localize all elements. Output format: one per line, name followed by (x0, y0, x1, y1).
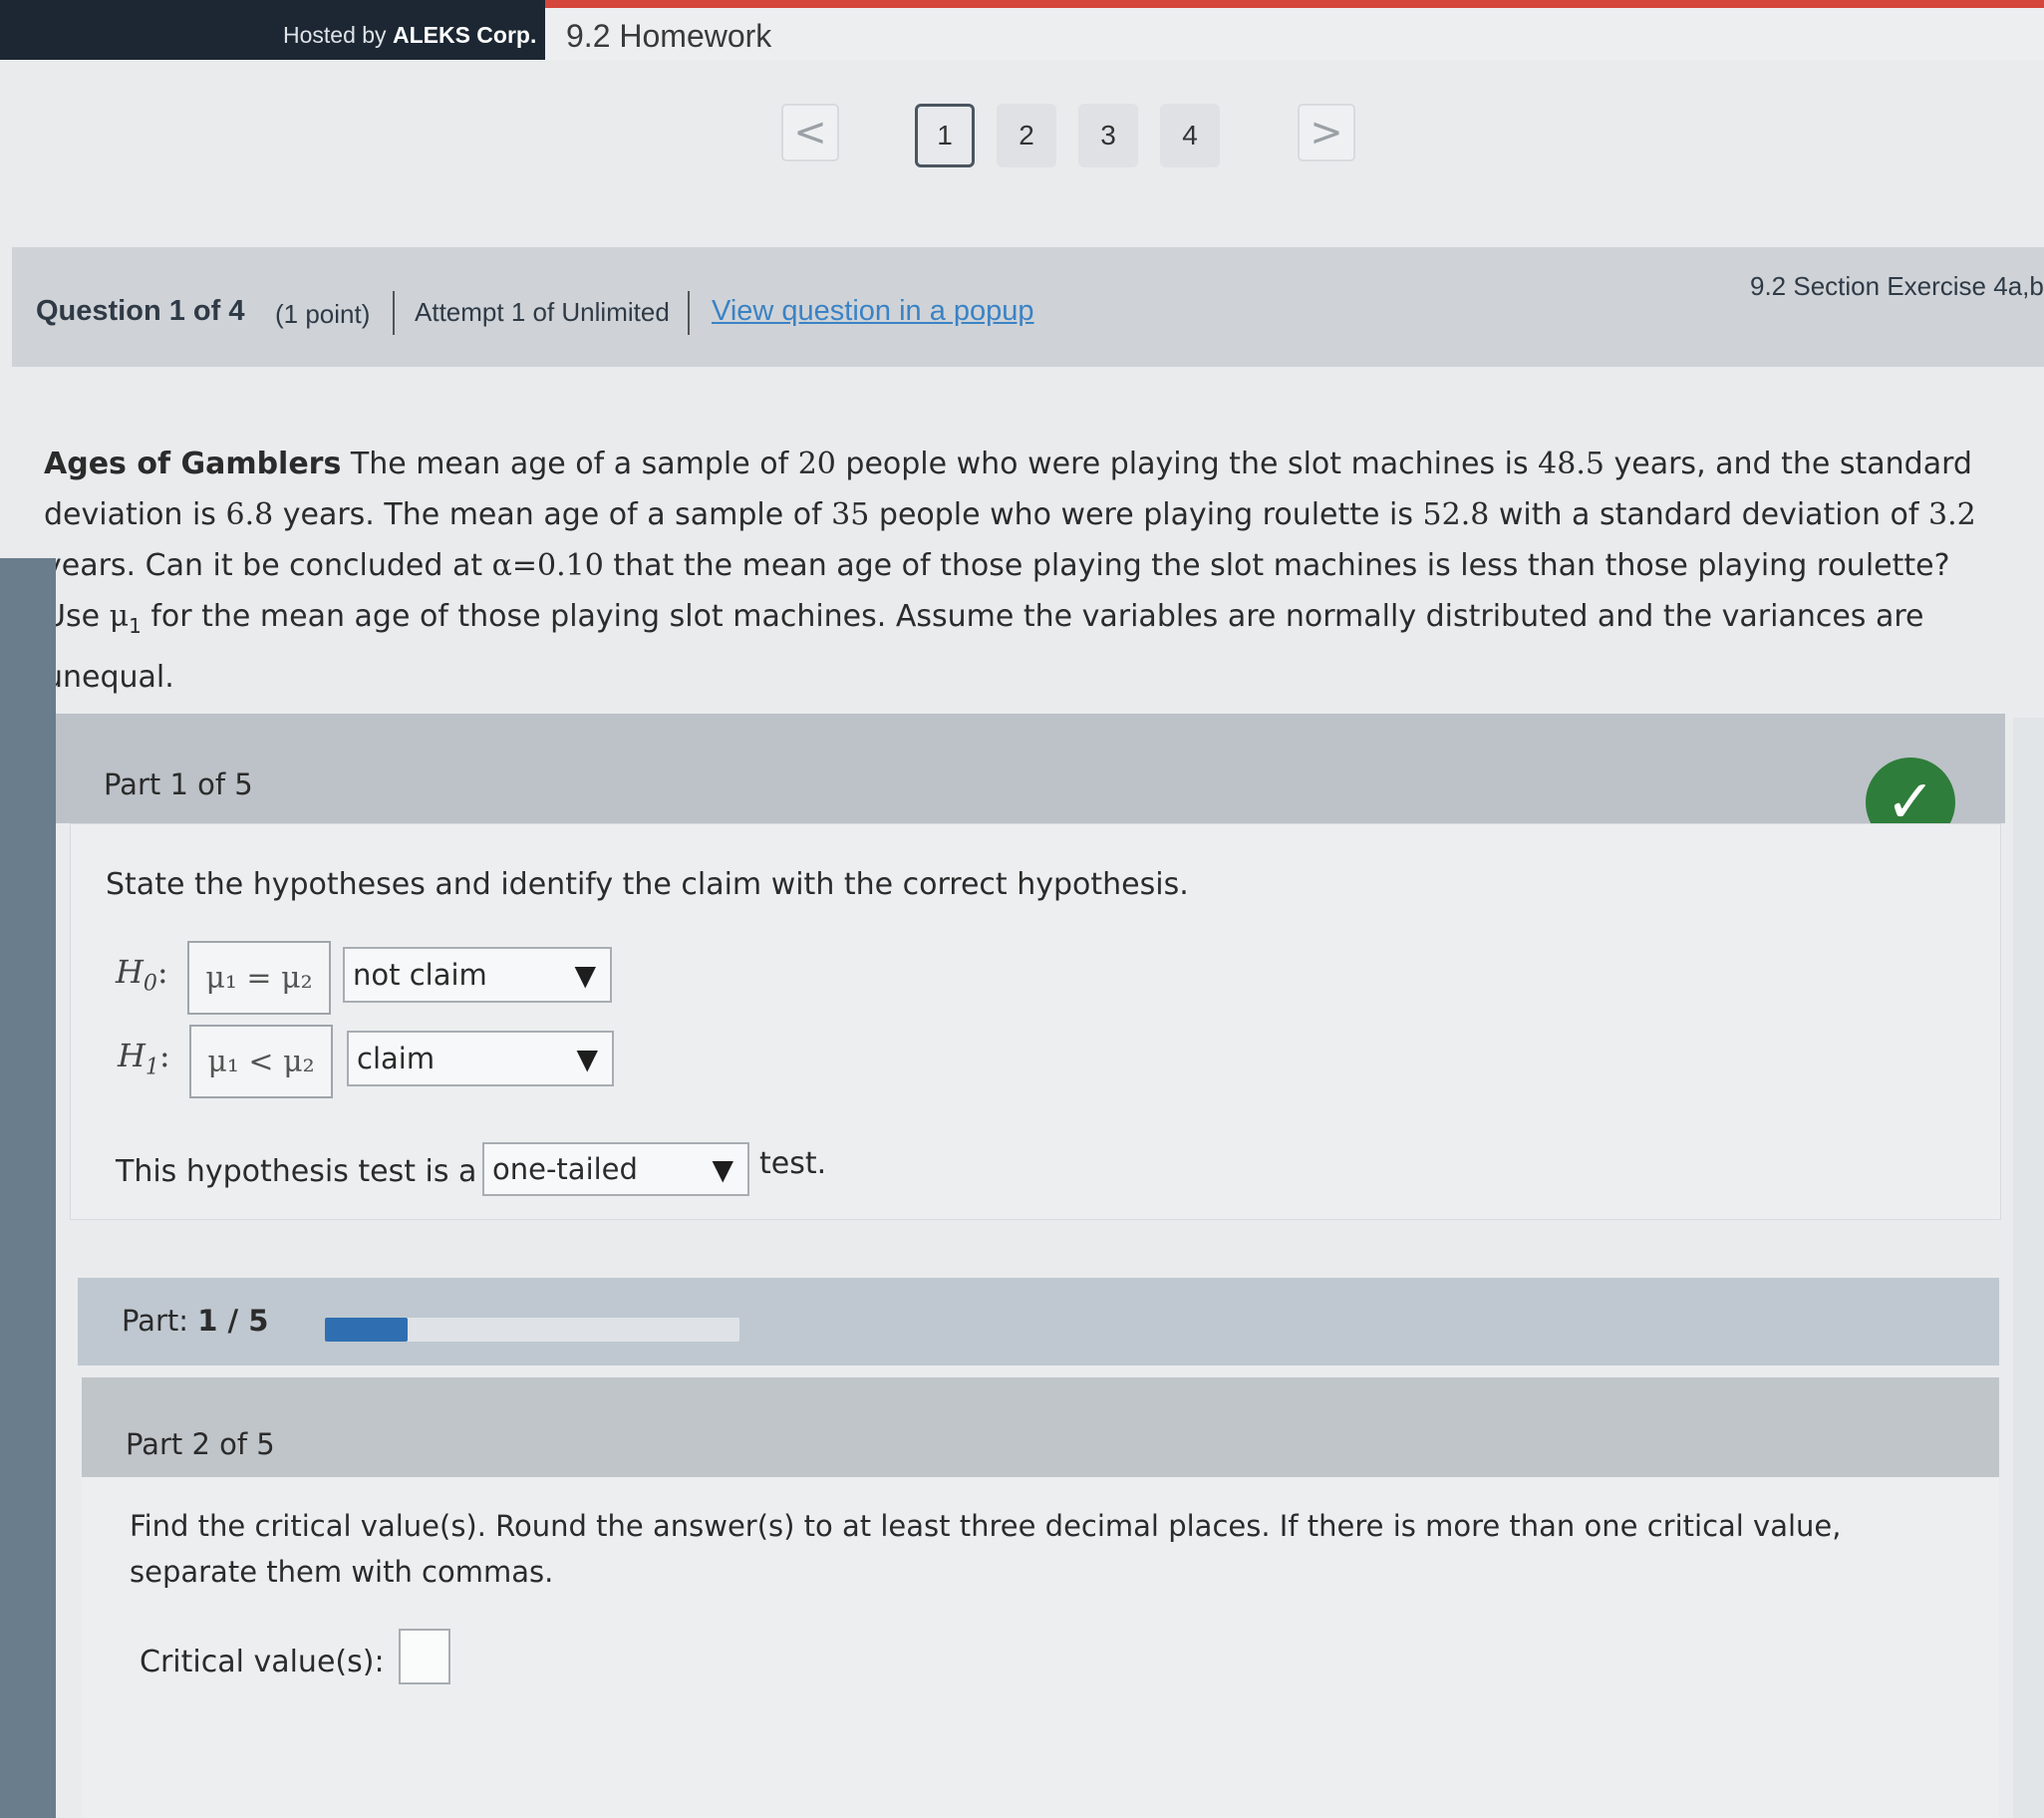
part2-instruction: Find the critical value(s). Round the an… (130, 1509, 1842, 1589)
chevron-right-icon: > (1310, 110, 1343, 155)
right-panel-edge (2013, 718, 2044, 1818)
part1-instruction: State the hypotheses and identify the cl… (106, 867, 1189, 902)
test-type-suffix: test. (759, 1146, 827, 1181)
h0-label: H0: (116, 953, 168, 997)
h0-expression-box[interactable]: μ₁ = μ₂ (187, 941, 331, 1015)
prev-question-button[interactable]: < (781, 104, 839, 161)
h1-claim-dropdown[interactable]: claim ▼ (347, 1031, 614, 1086)
triangle-down-icon: ▼ (576, 1042, 598, 1075)
view-popup-link[interactable]: View question in a popup (712, 295, 1034, 328)
triangle-down-icon: ▼ (712, 1152, 733, 1186)
page-button-1[interactable]: 1 (915, 104, 975, 167)
critical-value-input[interactable] (399, 1629, 450, 1684)
h1-expression-box[interactable]: μ₁ < μ₂ (189, 1025, 333, 1098)
part2-header[interactable] (82, 1377, 1999, 1477)
question-number: Question 1 of 4 (36, 295, 245, 327)
part1-header[interactable] (56, 714, 2005, 823)
problem-title: Ages of Gamblers (44, 447, 342, 481)
hosted-by-label: Hosted by ALEKS Corp. (283, 22, 537, 48)
header-divider (393, 291, 395, 335)
host-brand: ALEKS Corp. (392, 22, 537, 48)
test-type-prefix: This hypothesis test is a (116, 1154, 477, 1189)
chevron-left-icon: < (793, 110, 827, 155)
part2-title: Part 2 of 5 (126, 1427, 275, 1461)
part1-title: Part 1 of 5 (104, 767, 253, 801)
progress-fill (325, 1318, 408, 1342)
test-type-dropdown[interactable]: one-tailed ▼ (482, 1142, 749, 1196)
h0-claim-dropdown[interactable]: not claim ▼ (343, 947, 612, 1003)
section-exercise-label: 9.2 Section Exercise 4a,b (1750, 271, 2044, 301)
header-divider (688, 291, 690, 335)
page-button-4[interactable]: 4 (1160, 104, 1220, 167)
h1-label: H1: (118, 1037, 170, 1080)
left-panel-edge (0, 558, 56, 1818)
page-button-3[interactable]: 3 (1078, 104, 1138, 167)
next-question-button[interactable]: > (1298, 104, 1355, 161)
part-progress-label: Part: 1 / 5 (122, 1304, 269, 1338)
problem-statement: Ages of Gamblers The mean age of a sampl… (44, 447, 1976, 695)
page-button-2[interactable]: 2 (997, 104, 1056, 167)
triangle-down-icon: ▼ (574, 958, 596, 992)
question-points: (1 point) (275, 299, 371, 329)
attempt-counter: Attempt 1 of Unlimited (415, 297, 670, 327)
critical-value-label: Critical value(s): (140, 1645, 385, 1679)
accent-strip (545, 0, 2044, 8)
assignment-title: 9.2 Homework (566, 18, 772, 54)
